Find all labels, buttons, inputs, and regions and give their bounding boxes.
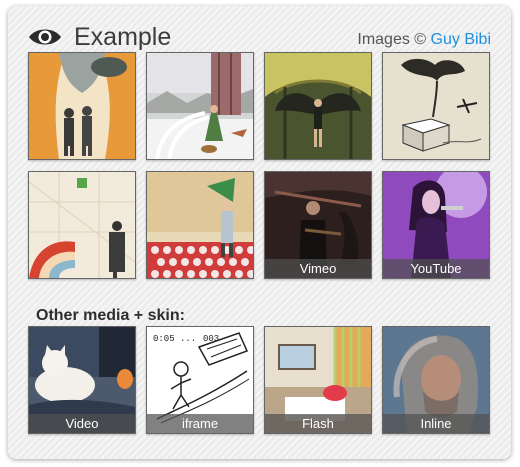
credit-prefix: Images ©	[357, 31, 427, 48]
iframe-thumbnail[interactable]: 0:05 ... 003 iframe	[146, 326, 254, 434]
inline-content-thumbnail[interactable]: Inline	[382, 326, 490, 434]
gallery-thumbnail-1[interactable]	[28, 52, 136, 160]
thumbnail-caption-iframe: iframe	[147, 414, 253, 433]
gallery-thumbnail-5[interactable]	[28, 171, 136, 279]
svg-text:0:05 ...: 0:05 ...	[153, 334, 196, 344]
youtube-video-thumbnail[interactable]: YouTube	[382, 171, 490, 279]
credit-author-link[interactable]: Guy Bibi	[431, 31, 491, 48]
gallery-thumbnail-4[interactable]	[382, 52, 490, 160]
page-title: Example	[74, 23, 172, 51]
video-thumbnail[interactable]: Video	[28, 326, 136, 434]
thumbnail-caption-video: Video	[29, 414, 135, 433]
other-media-label: Other media + skin:	[36, 307, 185, 324]
thumbnail-caption-inline: Inline	[383, 414, 489, 433]
image-credit: Images © Guy Bibi	[357, 30, 491, 50]
thumbnail-caption-flash: Flash	[265, 414, 371, 433]
gallery-panel: Example Images © Guy Bibi Vimeo YouTube …	[8, 6, 511, 459]
eye-icon	[29, 29, 61, 45]
thumbnail-caption-youtube: YouTube	[383, 259, 489, 278]
vimeo-video-thumbnail[interactable]: Vimeo	[264, 171, 372, 279]
gallery-thumbnail-2[interactable]	[146, 52, 254, 160]
thumbnail-caption-vimeo: Vimeo	[265, 259, 371, 278]
gallery-thumbnail-6[interactable]	[146, 171, 254, 279]
flash-thumbnail[interactable]: Flash	[264, 326, 372, 434]
gallery-thumbnail-3[interactable]	[264, 52, 372, 160]
